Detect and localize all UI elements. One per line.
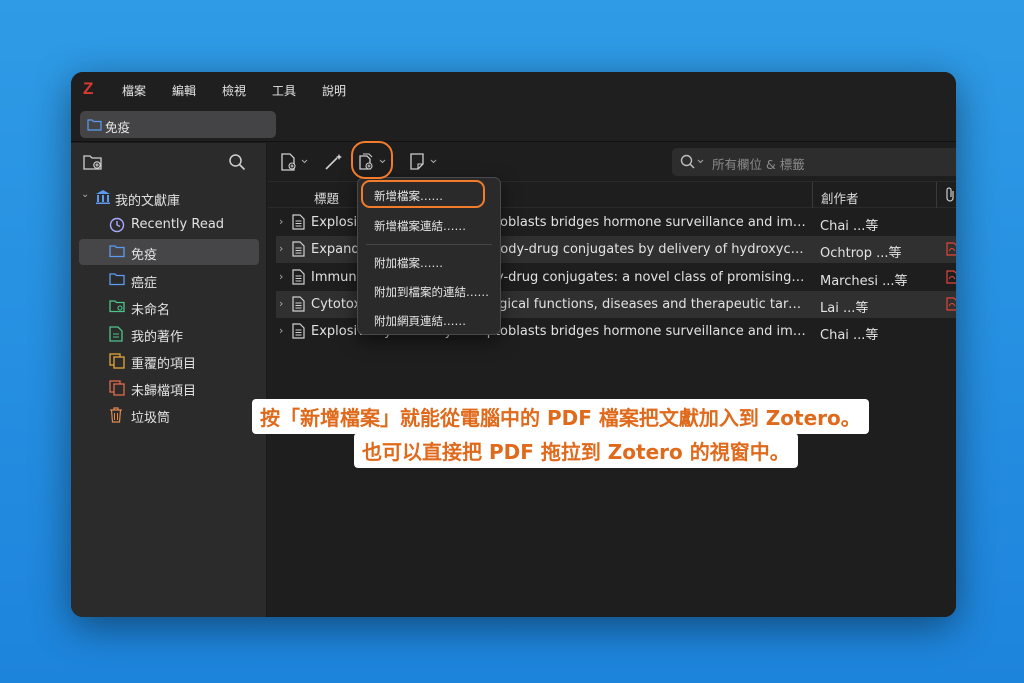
menu-file[interactable]: 檔案 [122, 82, 146, 99]
library-root-row[interactable]: ⌄ 我的文獻庫 [81, 184, 261, 210]
chevron-down-icon[interactable]: ⌄ [81, 189, 89, 200]
sidebar-item-label: 未歸檔項目 [131, 384, 197, 399]
sidebar-item-label: 未命名 [131, 303, 171, 318]
journal-article-icon [292, 323, 305, 339]
sidebar-item-cancer[interactable]: 癌症 [101, 267, 261, 293]
duplicate-icon [109, 353, 125, 369]
magic-wand-icon[interactable] [324, 153, 346, 171]
column-title[interactable]: 標題 [314, 188, 339, 207]
library-label: 我的文獻庫 [115, 194, 181, 209]
row-creator: Chai ...等 [820, 219, 879, 234]
sidebar-item-label: 我的著作 [131, 330, 184, 345]
menu-item-add-file-link[interactable]: 新增檔案連結…… [374, 218, 466, 234]
sidebar-item-recently-read[interactable]: Recently Read [101, 212, 261, 238]
sidebar-item-my-publications[interactable]: 我的著作 [101, 321, 261, 347]
journal-article-icon [292, 269, 305, 285]
sidebar-item-label: 免疫 [131, 248, 158, 263]
column-creator[interactable]: 創作者 [821, 188, 859, 207]
row-creator: Chai ...等 [820, 328, 879, 343]
menu-bar: Z 檔案 編輯 檢視 工具 說明 [71, 72, 956, 106]
row-creator: Marchesi ...等 [820, 274, 908, 289]
paperclip-icon[interactable] [944, 187, 956, 203]
search-input[interactable]: 所有欄位 & 標籤 [672, 148, 956, 176]
tab-bar: 免疫 [71, 106, 956, 142]
row-creator: Ochtrop ...等 [820, 246, 902, 261]
sidebar-item-label: 垃圾筒 [131, 411, 171, 426]
highlight-add-file [361, 180, 485, 208]
pdf-icon[interactable] [946, 270, 956, 284]
highlight-attachment-button [351, 141, 393, 179]
sidebar-item-immunity[interactable]: 免疫 [79, 239, 259, 265]
sidebar-item-duplicates[interactable]: 重覆的項目 [101, 348, 261, 374]
tab-library[interactable]: 免疫 [80, 111, 276, 138]
collections-pane: ⌄ 我的文獻庫 Recently Read 免疫 癌症 未命名 我的著作 重覆的… [71, 143, 267, 617]
zotero-window: Z 檔案 編輯 檢視 工具 說明 免疫 ⌄ 我的文獻庫 Recently Rea… [71, 72, 956, 617]
journal-article-icon [292, 214, 305, 230]
sidebar-item-label: 重覆的項目 [131, 357, 197, 372]
chevron-right-icon[interactable]: › [279, 324, 283, 337]
pdf-icon[interactable] [946, 297, 956, 311]
caption-line-1: 按「新增檔案」就能從電腦中的 PDF 檔案把文獻加入到 Zotero。 [252, 399, 869, 434]
menu-help[interactable]: 說明 [322, 82, 346, 99]
caption-line-2: 也可以直接把 PDF 拖拉到 Zotero 的視窗中。 [354, 433, 798, 468]
menu-view[interactable]: 檢視 [222, 82, 246, 99]
feed-folder-icon [109, 299, 125, 315]
tab-label: 免疫 [105, 120, 131, 135]
new-item-button[interactable] [281, 153, 311, 171]
chevron-right-icon[interactable]: › [279, 297, 283, 310]
folder-icon [87, 118, 102, 131]
library-icon [95, 189, 111, 205]
menu-edit[interactable]: 編輯 [172, 82, 196, 99]
pdf-icon[interactable] [946, 242, 956, 256]
row-creator: Lai ...等 [820, 301, 869, 316]
column-divider[interactable] [812, 182, 813, 208]
menu-item-attach-file[interactable]: 附加檔案…… [374, 255, 443, 271]
chevron-right-icon[interactable]: › [279, 270, 283, 283]
zotero-logo: Z [83, 79, 94, 98]
journal-article-icon [292, 296, 305, 312]
trash-icon [109, 407, 125, 423]
column-divider[interactable] [936, 182, 937, 208]
search-icon[interactable] [228, 153, 246, 171]
unfiled-icon [109, 380, 125, 396]
sidebar-item-trash[interactable]: 垃圾筒 [101, 402, 261, 428]
search-placeholder: 所有欄位 & 標籤 [712, 157, 805, 172]
chevron-right-icon[interactable]: › [279, 242, 283, 255]
sidebar-item-label: Recently Read [131, 217, 225, 232]
menu-separator [366, 244, 492, 245]
sidebar-item-label: 癌症 [131, 276, 158, 291]
menu-item-attach-link-to-file[interactable]: 附加到檔案的連結…… [374, 284, 489, 300]
menu-tools[interactable]: 工具 [272, 82, 296, 99]
document-icon [109, 326, 125, 342]
folder-icon [109, 244, 125, 260]
chevron-right-icon[interactable]: › [279, 215, 283, 228]
new-collection-icon[interactable] [83, 153, 103, 171]
menu-item-attach-web-link[interactable]: 附加網頁連結…… [374, 313, 466, 329]
sidebar-item-unfiled[interactable]: 未歸檔項目 [101, 375, 261, 401]
clock-icon [109, 217, 125, 233]
folder-icon [109, 272, 125, 288]
sidebar-item-unnamed[interactable]: 未命名 [101, 294, 261, 320]
new-note-button[interactable] [409, 153, 441, 171]
search-icon [680, 154, 706, 170]
journal-article-icon [292, 241, 305, 257]
